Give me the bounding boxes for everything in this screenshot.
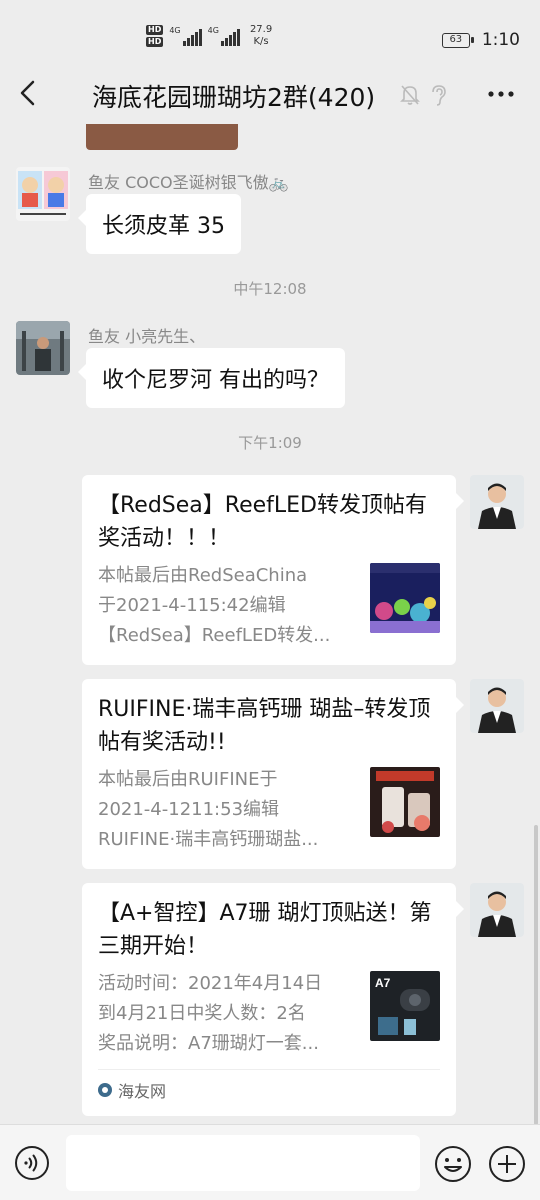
network-speed: 27.9 K/s bbox=[250, 24, 272, 48]
card-title: 【RedSea】ReefLED转发顶帖有奖活动！！！ bbox=[98, 493, 427, 551]
emoji-icon[interactable] bbox=[434, 1145, 472, 1183]
card-title: RUIFINE·瑞丰高钙珊 瑚盐–转发顶帖有奖活动!! bbox=[98, 697, 431, 755]
aquarium-thumbnail bbox=[370, 563, 440, 633]
thumbnail-label: A7 bbox=[375, 976, 391, 990]
card-description: 本帖最后由RUIFINE于 2021-4-1211:53编辑 RUIFINE·瑞… bbox=[98, 765, 348, 855]
speed-unit: K/s bbox=[253, 36, 269, 47]
my-avatar[interactable] bbox=[470, 475, 524, 529]
voice-input-icon[interactable] bbox=[14, 1145, 50, 1181]
coral-lamp-thumbnail: A7 bbox=[370, 971, 440, 1041]
source-logo-icon bbox=[98, 1083, 112, 1097]
card-description: 本帖最后由RedSeaChina 于2021-4-115:42编辑 【RedSe… bbox=[98, 561, 348, 651]
more-options-icon[interactable] bbox=[486, 82, 516, 106]
battery-icon: 63 bbox=[441, 32, 474, 48]
card-desc-line: 于2021-4-115:42编辑 bbox=[98, 595, 286, 616]
add-more-icon[interactable] bbox=[488, 1145, 526, 1183]
status-right: 63 1:10 bbox=[441, 30, 520, 50]
avatar[interactable] bbox=[16, 167, 70, 221]
hd-badge-1: HD bbox=[146, 25, 164, 35]
speed-value: 27.9 bbox=[249, 24, 273, 35]
avatar[interactable] bbox=[16, 321, 70, 375]
back-icon[interactable] bbox=[14, 78, 44, 108]
sender-name: 鱼友 COCO圣诞树银飞傲🚲 bbox=[88, 173, 289, 192]
card-desc-line: 本帖最后由RedSeaChina bbox=[98, 565, 308, 586]
mute-bell-icon bbox=[400, 85, 420, 105]
message-bubble[interactable]: 收个尼罗河 有出的吗？ bbox=[78, 348, 345, 408]
cartoon-avatar-icon bbox=[16, 167, 70, 221]
chat-area[interactable]: 鱼友 COCO圣诞树银飞傲🚲 长须皮革 35 中午12:08 鱼友 小亮先生、 … bbox=[0, 124, 540, 1124]
chat-title: 海底花园珊瑚坊2群(420) bbox=[92, 83, 376, 112]
signal-icon-2: 4G bbox=[208, 26, 240, 46]
person-avatar-icon bbox=[470, 679, 524, 733]
network-type-2: 4G bbox=[207, 26, 219, 35]
input-bar bbox=[0, 1124, 540, 1200]
card-title: 【A+智控】A7珊 瑚灯顶贴送！第三期开始！ bbox=[98, 901, 432, 959]
header-status-icons bbox=[400, 84, 448, 106]
link-card[interactable]: RUIFINE·瑞丰高钙珊 瑚盐–转发顶帖有奖活动!! 本帖最后由RUIFINE… bbox=[82, 679, 464, 869]
link-card[interactable]: 【A+智控】A7珊 瑚灯顶贴送！第三期开始！ 活动时间：2021年4月14日 到… bbox=[82, 883, 464, 1116]
clock: 1:10 bbox=[481, 30, 520, 50]
my-avatar[interactable] bbox=[470, 679, 524, 733]
card-desc-line: 活动时间：2021年4月14日 bbox=[98, 973, 323, 994]
my-avatar[interactable] bbox=[470, 883, 524, 937]
network-type-1: 4G bbox=[169, 26, 181, 35]
sender-name: 鱼友 小亮先生、 bbox=[88, 327, 206, 346]
photo-avatar-icon bbox=[16, 321, 70, 375]
timestamp: 中午12:08 bbox=[233, 280, 307, 298]
card-description: 活动时间：2021年4月14日 到4月21日中奖人数：2名 奖品说明：A7珊瑚灯… bbox=[98, 969, 348, 1059]
previous-image-message[interactable] bbox=[86, 124, 238, 150]
card-source: 海友网 bbox=[98, 1069, 440, 1102]
message-input[interactable] bbox=[66, 1135, 420, 1191]
card-desc-line: 到4月21日中奖人数：2名 bbox=[98, 1003, 306, 1024]
scrollbar[interactable] bbox=[534, 825, 538, 1125]
person-avatar-icon bbox=[470, 475, 524, 529]
hd-badge-2: HD bbox=[146, 37, 164, 47]
person-avatar-icon bbox=[470, 883, 524, 937]
ear-icon bbox=[432, 85, 446, 106]
signal-icon-1: 4G bbox=[169, 26, 202, 46]
chat-header: 海底花园珊瑚坊2群(420) bbox=[0, 64, 540, 124]
status-left: HD HD 4G 4G 27.9 K/s bbox=[146, 24, 272, 48]
salt-product-thumbnail bbox=[370, 767, 440, 837]
link-card[interactable]: 【RedSea】ReefLED转发顶帖有奖活动！！！ 本帖最后由RedSeaCh… bbox=[82, 475, 464, 665]
hd-badges: HD HD bbox=[146, 25, 164, 47]
card-desc-line: 本帖最后由RUIFINE于 bbox=[98, 769, 278, 790]
source-name: 海友网 bbox=[118, 1082, 167, 1101]
timestamp: 下午1:09 bbox=[238, 434, 302, 452]
message-bubble[interactable]: 长须皮革 35 bbox=[78, 194, 241, 254]
card-desc-line: 2021-4-1211:53编辑 bbox=[98, 799, 280, 820]
card-desc-line: 奖品说明：A7珊瑚灯一套... bbox=[98, 1033, 319, 1054]
card-desc-line: RUIFINE·瑞丰高钙珊瑚盐... bbox=[98, 829, 319, 850]
card-desc-line: 【RedSea】ReefLED转发... bbox=[98, 625, 331, 646]
